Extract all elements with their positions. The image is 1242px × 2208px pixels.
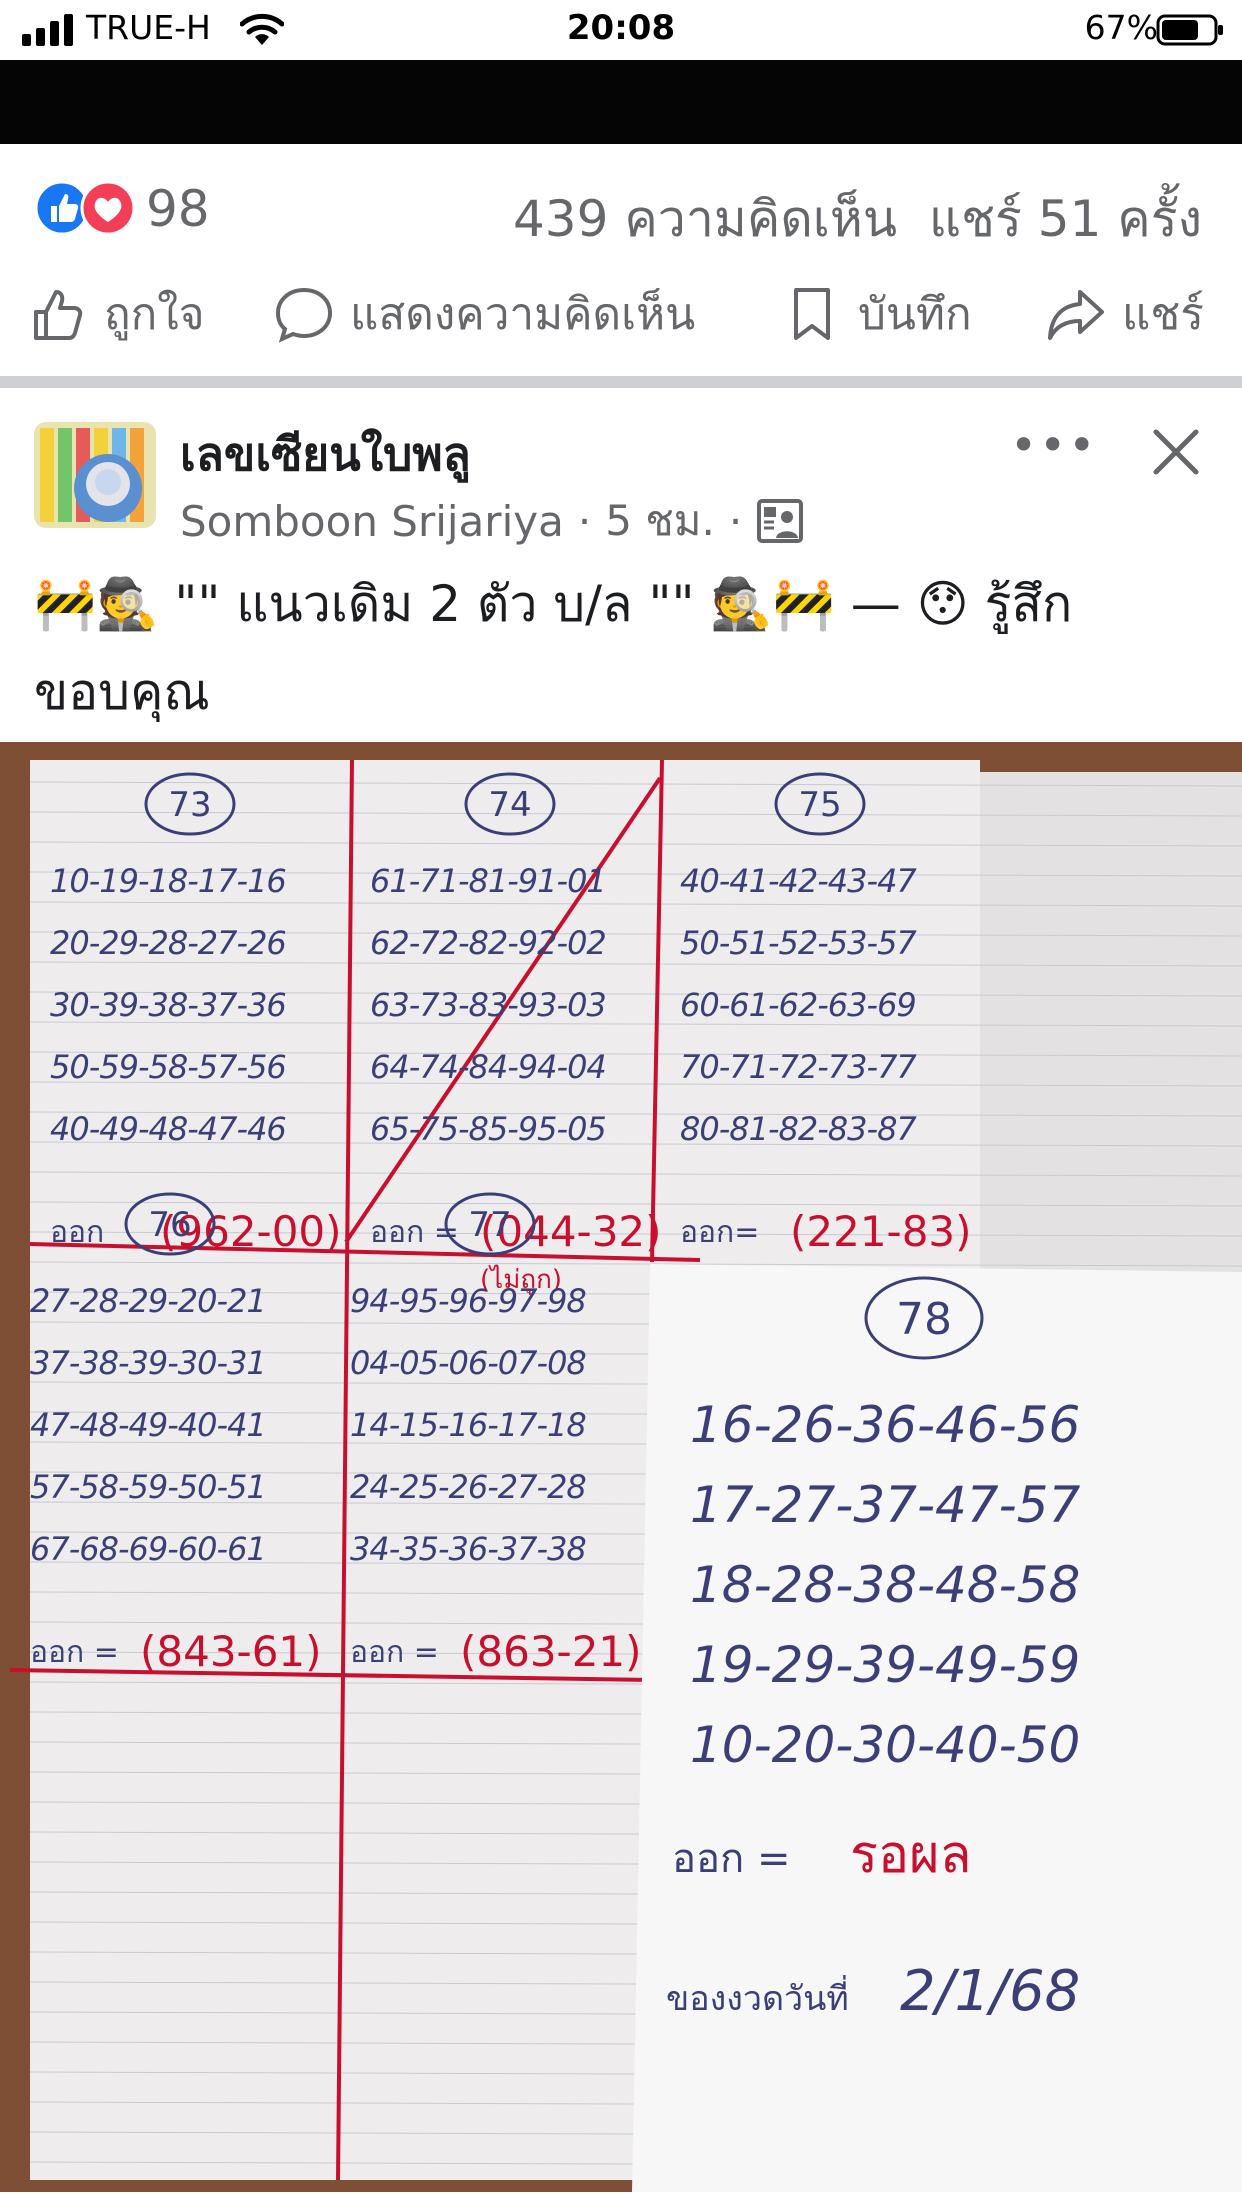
number-row: 67-68-69-60-61 bbox=[30, 1530, 266, 1568]
like-button[interactable]: ถูกใจ bbox=[28, 282, 205, 346]
post-photo[interactable]: 73 10-19-18-17-16 20-29-28-27-26 30-39-38-3… bbox=[0, 742, 1242, 2192]
share-button[interactable]: แชร์ bbox=[1046, 282, 1204, 346]
block-label: 77 bbox=[468, 1205, 511, 1245]
number-row: 20-29-28-27-26 bbox=[50, 924, 286, 962]
post-action-bar: ถูกใจ แสดงความคิดเห็น บันทึก แชร์ bbox=[0, 268, 1242, 376]
number-row: 60-61-62-63-69 bbox=[680, 986, 916, 1024]
meta-dot: · bbox=[728, 496, 743, 546]
number-row: 94-95-96-97-98 bbox=[350, 1282, 586, 1320]
number-row: 27-28-29-20-21 bbox=[30, 1282, 266, 1320]
post-header: เลขเซียนใบพลู Somboon Srijariya · 5 ชม. … bbox=[0, 388, 1242, 548]
number-row: 14-15-16-17-18 bbox=[350, 1406, 586, 1444]
number-row: 10-19-18-17-16 bbox=[50, 862, 286, 900]
number-row: 34-35-36-37-38 bbox=[350, 1530, 586, 1568]
comment-button[interactable]: แสดงความคิดเห็น bbox=[274, 282, 695, 346]
engagement-stats[interactable]: 439 ความคิดเห็น แชร์ 51 ครั้ง bbox=[513, 180, 1202, 259]
comment-count[interactable]: 439 ความคิดเห็น bbox=[513, 190, 897, 248]
block-label: 73 bbox=[168, 785, 211, 825]
author-name[interactable]: Somboon Srijariya bbox=[180, 497, 564, 546]
save-label: บันทึก bbox=[858, 289, 972, 340]
post-time[interactable]: 5 ชม. bbox=[605, 488, 715, 554]
clock: 20:08 bbox=[566, 8, 676, 48]
number-row: 30-39-38-37-36 bbox=[50, 986, 286, 1024]
thumbs-up-icon bbox=[34, 290, 83, 340]
bookmark-icon bbox=[794, 288, 830, 340]
card-number-row: 19-29-39-49-59 bbox=[690, 1636, 1080, 1694]
number-row: 80-81-82-83-87 bbox=[680, 1110, 917, 1148]
more-options-icon[interactable]: ••• bbox=[1010, 418, 1097, 472]
photo-canvas: 73 10-19-18-17-16 20-29-28-27-26 30-39-38-3… bbox=[0, 742, 1242, 2192]
love-reaction-icon bbox=[80, 180, 136, 236]
status-bar: TRUE-H 20:08 67% bbox=[0, 0, 1242, 60]
page-avatar[interactable] bbox=[34, 422, 156, 528]
comment-icon bbox=[275, 287, 333, 343]
result-prefix: ออก bbox=[50, 1215, 104, 1250]
battery-percent: 67% bbox=[1084, 8, 1158, 47]
block-label: 75 bbox=[798, 785, 841, 825]
reaction-count: 98 bbox=[146, 180, 210, 238]
reactions-summary[interactable]: 98 439 ความคิดเห็น แชร์ 51 ครั้ง bbox=[0, 144, 1242, 268]
card-number-row: 17-27-37-47-57 bbox=[690, 1476, 1080, 1534]
number-row: 50-59-58-57-56 bbox=[50, 1048, 286, 1086]
result-value: (843-61) bbox=[140, 1627, 322, 1676]
share-label: แชร์ bbox=[1122, 289, 1204, 340]
number-row: 57-58-59-50-51 bbox=[30, 1468, 266, 1506]
card-date-label: ของงวดวันที่ bbox=[666, 1975, 849, 2019]
card-result-value: รอผล bbox=[850, 1825, 972, 1885]
number-row: 70-71-72-73-77 bbox=[680, 1048, 917, 1086]
number-row: 24-25-26-27-28 bbox=[350, 1468, 586, 1506]
block-label: 76 bbox=[148, 1205, 191, 1245]
number-row: 63-73-83-93-03 bbox=[370, 986, 606, 1024]
number-row: 04-05-06-07-08 bbox=[350, 1344, 586, 1382]
result-prefix: ออก= bbox=[680, 1215, 759, 1250]
result-prefix: ออก = bbox=[30, 1635, 119, 1670]
post-text: 🚧🕵️ "" แนวเดิม 2 ตัว บ/ล "" 🕵️🚧 — 😯 รู้ส… bbox=[34, 575, 1073, 721]
number-row: 64-74-84-94-04 bbox=[370, 1048, 606, 1086]
number-row: 50-51-52-53-57 bbox=[680, 924, 917, 962]
number-row: 40-41-42-43-47 bbox=[680, 862, 917, 900]
result-value: (221-83) bbox=[790, 1207, 972, 1256]
meta-dot: · bbox=[577, 496, 592, 546]
result-value: (863-21) bbox=[460, 1627, 642, 1676]
number-row: 47-48-49-40-41 bbox=[30, 1406, 266, 1444]
card-date: 2/1/68 bbox=[900, 1959, 1080, 2024]
share-count[interactable]: แชร์ 51 ครั้ง bbox=[929, 190, 1202, 248]
number-row: 61-71-81-91-01 bbox=[370, 862, 606, 900]
photo-audience-icon bbox=[757, 499, 804, 543]
number-row: 65-75-85-95-05 bbox=[370, 1110, 606, 1148]
number-row: 62-72-82-92-02 bbox=[370, 924, 606, 962]
card-number-row: 16-26-36-46-56 bbox=[690, 1396, 1080, 1454]
post-meta: Somboon Srijariya · 5 ชม. · bbox=[180, 488, 804, 554]
card-number-row: 10-20-30-40-50 bbox=[690, 1716, 1080, 1774]
video-strip bbox=[0, 60, 1242, 144]
close-icon[interactable] bbox=[1148, 424, 1204, 480]
card-number-row: 18-28-38-48-58 bbox=[690, 1556, 1080, 1614]
result-prefix: ออก = bbox=[350, 1635, 439, 1670]
comment-label: แสดงความคิดเห็น bbox=[350, 289, 696, 340]
card-label: 78 bbox=[896, 1294, 952, 1345]
like-label: ถูกใจ bbox=[104, 289, 205, 340]
divider bbox=[0, 376, 1242, 388]
battery-icon bbox=[1156, 14, 1223, 46]
number-row: 37-38-39-30-31 bbox=[30, 1344, 266, 1382]
card-result-prefix: ออก = bbox=[672, 1836, 791, 1882]
save-button[interactable]: บันทึก bbox=[782, 282, 972, 346]
page-name[interactable]: เลขเซียนใบพลู bbox=[180, 418, 471, 491]
number-row: 40-49-48-47-46 bbox=[50, 1110, 286, 1148]
share-arrow-icon bbox=[1048, 290, 1104, 340]
block-label: 74 bbox=[488, 785, 531, 825]
